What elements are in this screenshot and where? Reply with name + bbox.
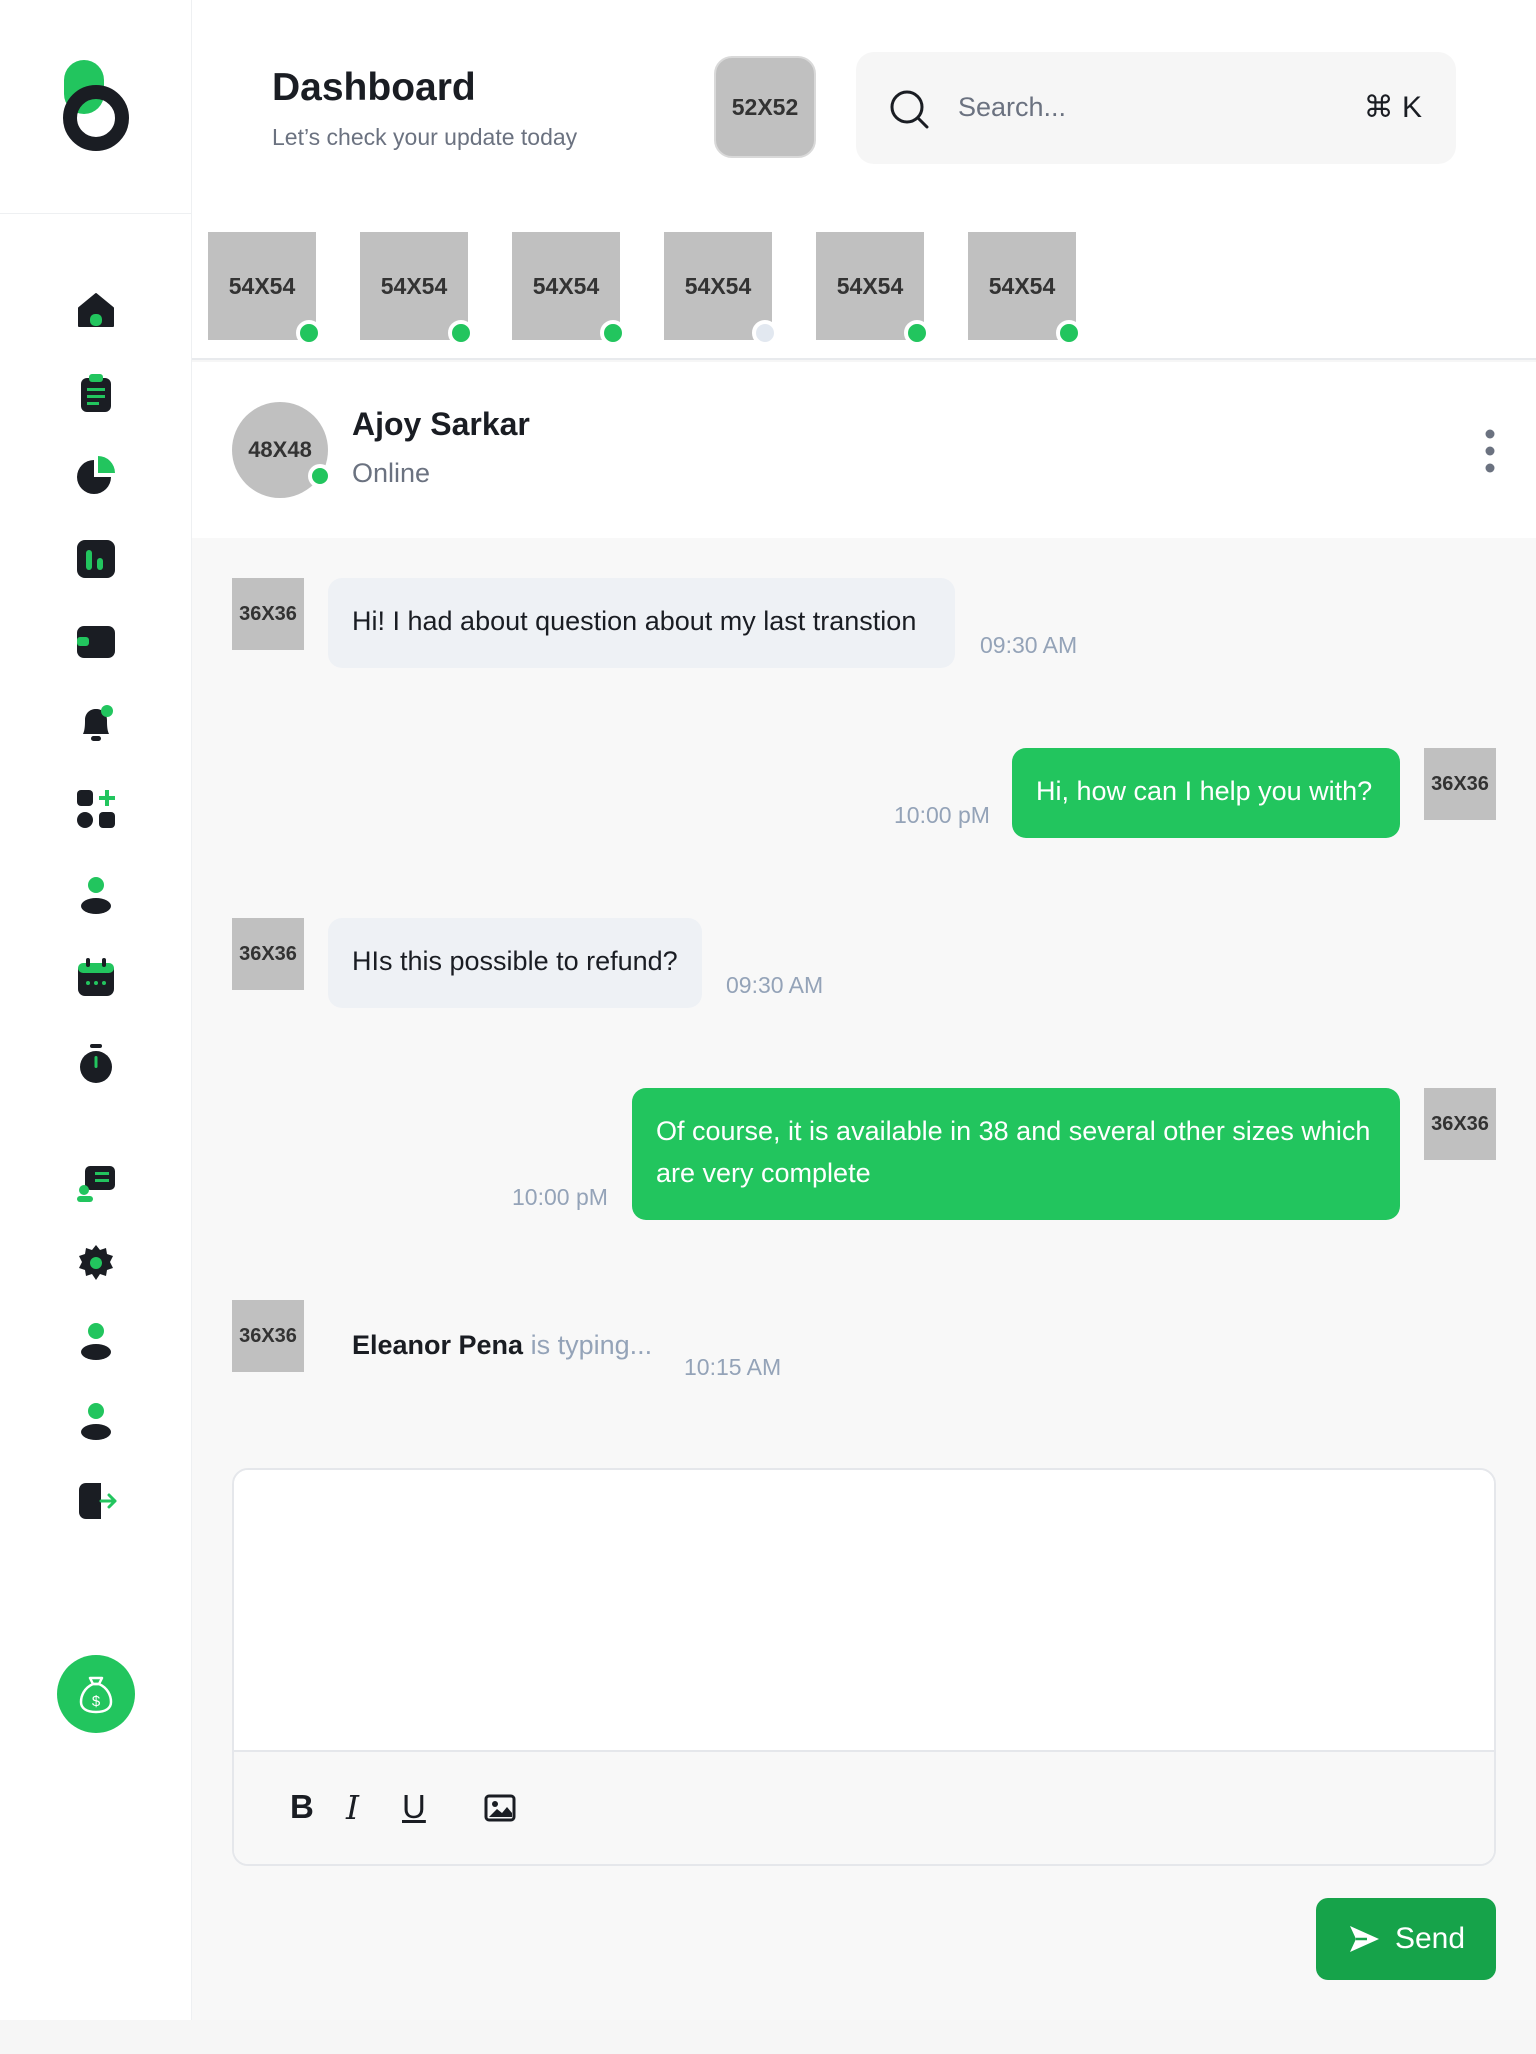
nav-bell-icon[interactable] <box>73 700 119 746</box>
online-status-dot <box>1056 320 1082 346</box>
story-avatar-label: 54X54 <box>380 272 448 299</box>
story-avatar-label: 54X54 <box>532 272 600 299</box>
message-time: 10:00 pM <box>512 1184 608 1210</box>
sidebar: $ <box>0 0 192 2020</box>
story-avatar-label: 54X54 <box>836 272 904 299</box>
message-avatar: 36X36 <box>1424 1088 1496 1160</box>
nav-logout-icon[interactable] <box>73 1478 119 1524</box>
online-status-dot <box>904 320 930 346</box>
message-composer: B I U <box>232 1468 1496 1866</box>
page-title: Dashboard <box>272 66 476 109</box>
story-avatar[interactable]: 54X54 <box>664 232 778 346</box>
search-shortcut: ⌘ K <box>1363 91 1422 124</box>
online-users-row: 54X54 54X54 54X54 54X54 54X54 54X54 <box>192 214 1536 360</box>
message-avatar: 36X36 <box>232 578 304 650</box>
story-avatar-label: 54X54 <box>228 272 296 299</box>
nav-user-icon-3[interactable] <box>73 1398 119 1444</box>
header-avatar[interactable]: 52X52 <box>714 56 816 158</box>
typing-status-text: is typing... <box>523 1330 653 1360</box>
message-time: 09:30 AM <box>726 972 824 998</box>
nav-bar-chart-icon[interactable] <box>73 536 119 582</box>
money-bag-icon: $ <box>79 1676 113 1714</box>
story-avatar[interactable]: 54X54 <box>360 232 474 346</box>
story-avatar[interactable]: 54X54 <box>208 232 322 346</box>
svg-text:$: $ <box>92 1693 101 1710</box>
send-button[interactable]: Send <box>1316 1898 1496 1980</box>
insert-image-icon[interactable] <box>484 1794 516 1822</box>
italic-button[interactable]: I <box>346 1788 359 1827</box>
incoming-message-bubble: HIs this possible to refund? <box>328 918 702 1008</box>
chat-header: 48X48 Ajoy Sarkar Online <box>192 362 1536 538</box>
nav-calendar-icon[interactable] <box>73 954 119 1000</box>
logo-area <box>0 0 192 214</box>
typing-user-avatar: 36X36 <box>232 1300 304 1372</box>
nav-user-icon[interactable] <box>73 872 119 918</box>
nav-pie-chart-icon[interactable] <box>73 452 119 498</box>
more-options-icon[interactable] <box>1482 426 1498 476</box>
underline-button[interactable]: U <box>402 1788 426 1826</box>
message-input[interactable] <box>234 1470 1494 1750</box>
online-status-dot <box>600 320 626 346</box>
search-icon <box>890 90 929 129</box>
typing-indicator: Eleanor Pena is typing... <box>352 1330 652 1361</box>
nav-clipboard-icon[interactable] <box>73 370 119 416</box>
contact-name: Ajoy Sarkar <box>352 406 530 442</box>
nav-user-icon-2[interactable] <box>73 1318 119 1364</box>
nav-wallet-icon[interactable] <box>73 618 119 664</box>
online-status-dot <box>308 464 332 488</box>
incoming-message-bubble: Hi! I had about question about my last t… <box>328 578 955 668</box>
page-subtitle: Let’s check your update today <box>272 124 578 150</box>
away-status-dot <box>752 320 778 346</box>
nav-settings-icon[interactable] <box>73 1240 119 1286</box>
message-time: 10:00 pM <box>894 802 990 828</box>
nav-timer-icon[interactable] <box>73 1040 119 1086</box>
contact-avatar[interactable]: 48X48 <box>232 402 332 498</box>
send-icon <box>1349 1926 1379 1952</box>
outgoing-message-bubble: Hi, how can I help you with? <box>1012 748 1400 838</box>
money-bag-button[interactable]: $ <box>57 1655 135 1733</box>
story-avatar[interactable]: 54X54 <box>968 232 1082 346</box>
message-time: 10:15 AM <box>684 1354 782 1380</box>
contact-avatar-label: 48X48 <box>248 437 312 462</box>
message-avatar: 36X36 <box>232 918 304 990</box>
logo-icon[interactable] <box>62 60 130 152</box>
formatting-toolbar: B I U <box>234 1750 1494 1864</box>
story-avatar[interactable]: 54X54 <box>512 232 626 346</box>
story-avatar-label: 54X54 <box>684 272 752 299</box>
send-button-label: Send <box>1394 1922 1466 1955</box>
story-avatar[interactable]: 54X54 <box>816 232 930 346</box>
header: Dashboard Let’s check your update today … <box>192 0 1536 214</box>
bold-button[interactable]: B <box>290 1788 314 1826</box>
story-avatar-label: 54X54 <box>988 272 1056 299</box>
search-bar[interactable]: Search... ⌘ K <box>856 52 1456 164</box>
nav-apps-add-icon[interactable] <box>73 786 119 832</box>
contact-status: Online <box>352 458 431 488</box>
typing-user-name: Eleanor Pena <box>352 1330 524 1360</box>
online-status-dot <box>448 320 474 346</box>
outgoing-message-bubble: Of course, it is available in 38 and sev… <box>632 1088 1400 1220</box>
online-status-dot <box>296 320 322 346</box>
search-input[interactable]: Search... <box>958 92 1066 123</box>
nav-home-icon[interactable] <box>73 286 119 332</box>
message-time: 09:30 AM <box>980 632 1078 658</box>
nav-chat-support-icon[interactable] <box>73 1160 119 1206</box>
message-avatar: 36X36 <box>1424 748 1496 820</box>
